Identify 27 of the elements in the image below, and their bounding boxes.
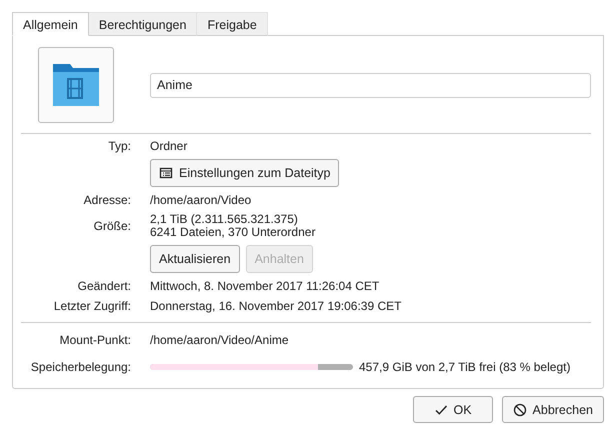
field-value: Ordner	[150, 140, 188, 152]
tab[interactable]: Allgemein	[12, 12, 89, 36]
name-field[interactable]: Anime	[150, 72, 591, 98]
field-label: Geändert:	[76, 279, 131, 293]
button[interactable]: Einstellungen zum Dateityp	[150, 159, 340, 187]
folder-icon-button[interactable]	[38, 47, 114, 123]
field-label: Größe:	[92, 219, 131, 233]
video-folder-icon	[51, 62, 101, 108]
usage-text: 457,9 GiB von 2,7 TiB frei (83 % belegt)	[359, 360, 570, 374]
tab[interactable]: Freigabe	[197, 12, 268, 36]
field-value: Mittwoch, 8. November 2017 11:26:04 CET	[150, 280, 380, 292]
field-label: Mount-Punkt:	[58, 333, 131, 347]
field-label: Letzter Zugriff:	[52, 299, 131, 313]
tab[interactable]: Berechtigungen	[88, 12, 198, 36]
field-label: Speicherbelegung:	[30, 360, 131, 374]
field-label: Typ:	[107, 139, 131, 153]
field-value: 6241 Dateien, 370 Unterordner	[150, 226, 316, 239]
field-value: /home/aaron/Video/Anime	[150, 334, 290, 346]
button[interactable]: Aktualisieren	[150, 245, 240, 273]
field-value: Donnerstag, 16. November 2017 19:06:39 CET	[150, 300, 402, 312]
field-label: Adresse:	[82, 193, 131, 207]
button[interactable]: Abbrechen	[502, 396, 604, 423]
field-value: /home/aaron/Video	[150, 194, 252, 206]
field-value: 2,1 TiB (2.311.565.321.375)	[150, 213, 299, 226]
button[interactable]: OK	[412, 396, 493, 423]
list-icon	[159, 166, 173, 180]
cancel-icon	[512, 402, 527, 416]
